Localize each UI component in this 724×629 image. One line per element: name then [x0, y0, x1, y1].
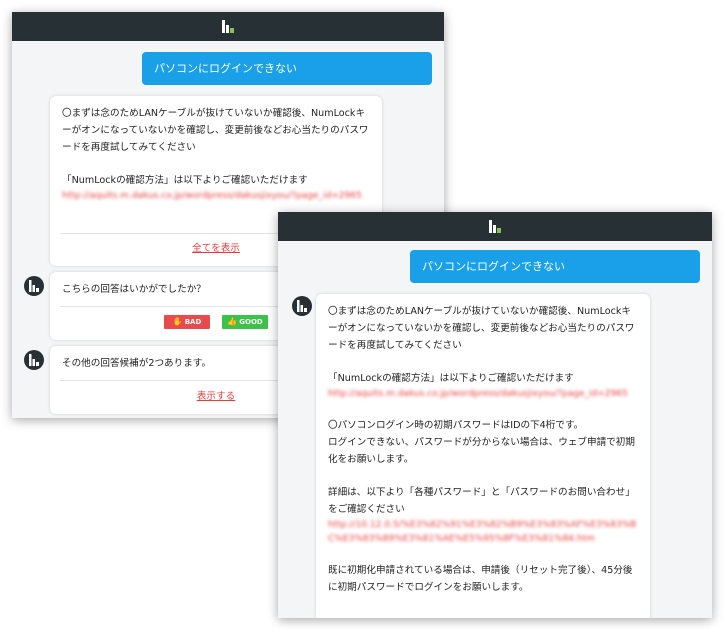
thumbs-down-icon: ✋	[172, 317, 183, 326]
user-message: パソコンにログインできない	[142, 52, 432, 85]
answer-link[interactable]: http://aquits.m.dakus.co.jp/wordpress/da…	[62, 189, 370, 203]
chat-header	[12, 12, 444, 41]
user-message: パソコンにログインできない	[410, 250, 700, 283]
chat-window-expanded: パソコンにログインできない 〇まずは念のためLANケーブルが抜けていないか確認後…	[278, 212, 712, 618]
answer-text: 〇パソコンログイン時の初期パスワードはIDの下4桁です。	[328, 420, 584, 431]
answer-text: 〇まずは念のためLANケーブルが抜けていないか確認後、NumLockキーがオンに…	[62, 108, 369, 153]
bot-avatar-icon	[24, 276, 44, 296]
answer-text: ログインできない、パスワードが分からない場合は、ウェブ申請で初期化をお願いします…	[328, 437, 635, 465]
chat-header	[278, 212, 712, 241]
bot-avatar-icon	[24, 350, 44, 370]
app-logo-icon	[222, 20, 234, 33]
answer-text: 「NumLockの確認方法」は以下よりご確認いただけます	[328, 373, 574, 384]
answer-text: 詳細は、以下より「各種パスワード」と「パスワードのお問い合わせ」をご確認ください	[328, 487, 635, 515]
bot-avatar-icon	[292, 296, 312, 316]
answer-text: 「NumLockの確認方法」は以下よりご確認いただけます	[62, 175, 308, 186]
good-button[interactable]: 👍 GOOD	[222, 315, 268, 329]
answer-link[interactable]: http://10.12.0.5/%E3%82%91%E3%82%B9%E3%8…	[328, 518, 638, 546]
bad-button[interactable]: ✋ BAD	[164, 315, 210, 329]
answer-link[interactable]: http://aquits.m.dakus.co.jp/wordpress/da…	[328, 387, 638, 401]
app-logo-icon	[489, 220, 501, 233]
answer-text: 既に初期化申請されている場合は、申請後（リセット完了後）、45分後に初期パスワー…	[328, 565, 633, 593]
answer-card-expanded: 〇まずは念のためLANケーブルが抜けていないか確認後、NumLockキーがオンに…	[316, 294, 650, 618]
thumbs-up-icon: 👍	[227, 317, 238, 326]
answer-text: 〇まずは念のためLANケーブルが抜けていないか確認後、NumLockキーがオンに…	[328, 306, 635, 351]
